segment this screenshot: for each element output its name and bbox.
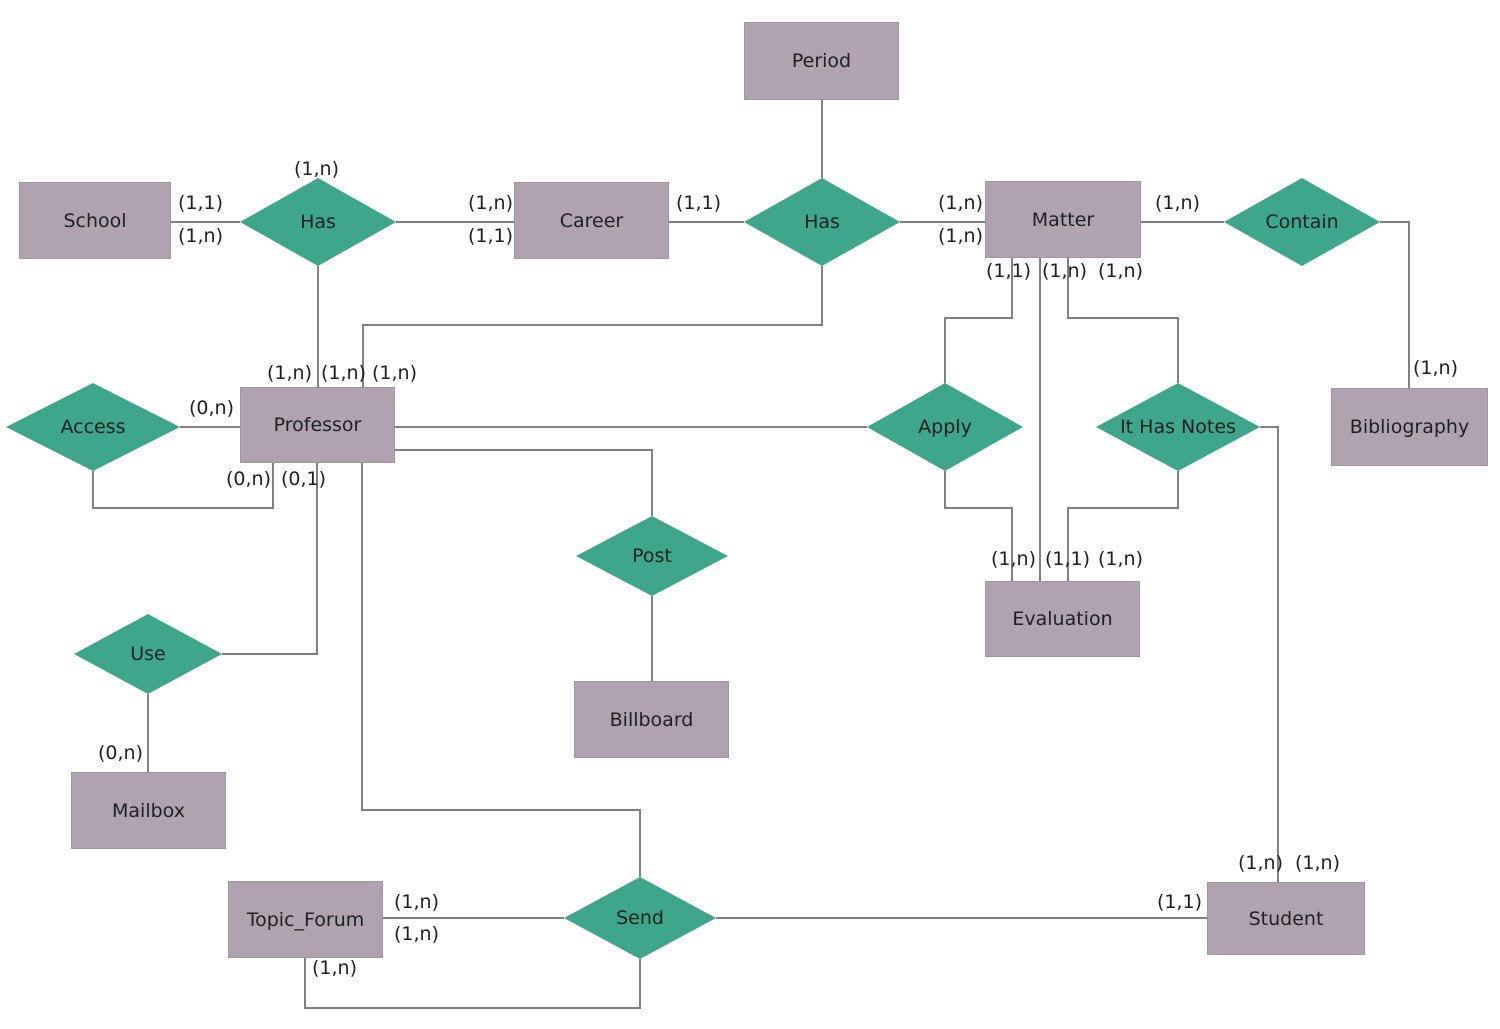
entity-label: Bibliography (1349, 416, 1470, 438)
relationship-contain[interactable]: Contain (1224, 178, 1380, 266)
cardinality-label-has1-career-upper: (1,n) (468, 192, 513, 214)
diamond-svg (1096, 383, 1260, 471)
entity-label: Billboard (609, 708, 694, 731)
diamond-shape (744, 178, 900, 266)
diamond-shape (1224, 178, 1380, 266)
entity-label: Mailbox (112, 799, 185, 822)
diamond-shape (240, 178, 396, 266)
entity-matter[interactable]: Matter (985, 181, 1141, 258)
diamond-shape (867, 383, 1023, 471)
cardinality-label-contain-biblio: (1,n) (1413, 357, 1458, 379)
cardinality-label-forum-send-upper: (1,n) (394, 891, 439, 913)
diamond-svg (576, 516, 728, 596)
entity-label: Professor (273, 414, 362, 436)
cardinality-label-prof-bot-use: (0,1) (281, 468, 327, 490)
entity-billboard[interactable]: Billboard (574, 681, 729, 758)
entity-student[interactable]: Student (1207, 882, 1365, 955)
cardinality-label-matter-notes: (1,n) (1098, 260, 1143, 282)
cardinality-label-has2-matter-lower: (1,n) (938, 225, 983, 247)
entity-label: Topic_Forum (246, 908, 365, 931)
diamond-svg (6, 383, 180, 471)
cardinality-label-send-student: (1,1) (1157, 891, 1203, 913)
entity-school[interactable]: School (19, 182, 171, 259)
cardinality-label-student-right: (1,n) (1295, 852, 1340, 874)
cardinality-label-access-prof: (0,n) (189, 397, 234, 419)
relationship-apply[interactable]: Apply (867, 383, 1023, 471)
relationship-access[interactable]: Access (6, 383, 180, 471)
connector-has2-to-professor (362, 266, 823, 387)
cardinality-label-has1-top: (1,n) (294, 158, 339, 180)
relationship-send[interactable]: Send (564, 877, 716, 959)
diamond-shape (74, 614, 222, 694)
diamond-svg (867, 383, 1023, 471)
relationship-it_has_notes[interactable]: It Has Notes (1096, 383, 1260, 471)
entity-bibliography[interactable]: Bibliography (1331, 388, 1488, 466)
cardinality-label-use-mailbox: (0,n) (98, 742, 143, 764)
relationship-has_career_matter[interactable]: Has (744, 178, 900, 266)
cardinality-label-career-has2: (1,1) (676, 192, 722, 214)
diamond-shape (564, 877, 716, 959)
cardinality-label-student-notes: (1,n) (1238, 852, 1283, 874)
cardinality-label-matter-eval: (1,n) (1042, 260, 1087, 282)
cardinality-label-forum-send-lower: (1,n) (394, 923, 439, 945)
entity-mailbox[interactable]: Mailbox (71, 772, 226, 849)
connector-professor-to-post (395, 449, 653, 516)
entity-label: Career (559, 209, 624, 232)
entity-career[interactable]: Career (514, 182, 669, 259)
entity-label: Matter (1031, 208, 1095, 231)
er-diagram-canvas: Period School Career Matter Bibliography Prof… (0, 0, 1500, 1029)
cardinality-label-school-has-upper: (1,1) (178, 192, 224, 214)
connector-contain-to-biblio (1380, 221, 1410, 388)
connector-layer (92, 100, 1410, 1009)
entity-period[interactable]: Period (744, 22, 899, 100)
entity-label: Student (1248, 907, 1324, 930)
diamond-svg (240, 178, 396, 266)
entity-label: School (63, 209, 127, 232)
entity-professor[interactable]: Professor (240, 387, 395, 463)
diamond-svg (744, 178, 900, 266)
diamond-shape (1096, 383, 1260, 471)
cardinality-label-has1-career-lower: (1,1) (468, 225, 514, 247)
cardinality-label-eval-apply: (1,n) (991, 548, 1036, 570)
diamond-svg (1224, 178, 1380, 266)
diamond-shape (576, 516, 728, 596)
cardinality-label-school-has-lower: (1,n) (178, 225, 223, 247)
entity-label: Evaluation (1012, 608, 1113, 630)
connector-notes-to-student (1260, 426, 1279, 882)
cardinality-label-prof-bot-access: (0,n) (226, 468, 271, 490)
relationship-has_school_career[interactable]: Has (240, 178, 396, 266)
relationship-post[interactable]: Post (576, 516, 728, 596)
relationship-use[interactable]: Use (74, 614, 222, 694)
cardinality-label-matter-contain: (1,n) (1155, 192, 1200, 214)
cardinality-label-prof-top-3: (1,n) (372, 362, 417, 384)
cardinality-label-eval-notes: (1,n) (1098, 548, 1143, 570)
cardinality-label-forum-bottom: (1,n) (312, 957, 357, 979)
cardinality-label-has2-matter-upper: (1,n) (938, 192, 983, 214)
cardinality-label-prof-top-2: (1,n) (321, 362, 366, 384)
diamond-shape (6, 383, 180, 471)
cardinality-label-prof-top-1: (1,n) (267, 362, 312, 384)
diamond-svg (74, 614, 222, 694)
cardinality-label-matter-apply: (1,1) (986, 260, 1032, 282)
cardinality-label-eval-matter: (1,1) (1045, 548, 1091, 570)
connector-use-to-professor (222, 463, 318, 655)
diamond-svg (564, 877, 716, 959)
entity-evaluation[interactable]: Evaluation (985, 581, 1140, 657)
entity-topic_forum[interactable]: Topic_Forum (228, 881, 383, 958)
entity-label: Period (791, 50, 852, 72)
